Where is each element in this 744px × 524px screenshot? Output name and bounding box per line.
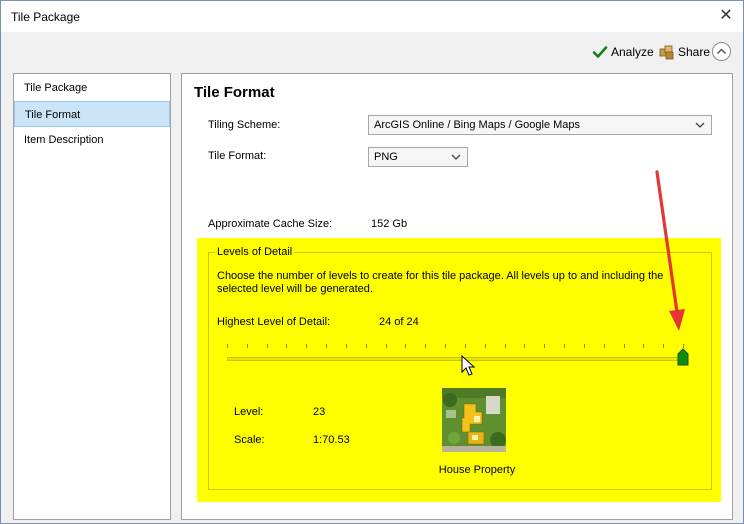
slider-tick: [425, 344, 426, 348]
slider-tick: [346, 344, 347, 348]
tile-package-window: Tile Package ✕ Analyze Share Tile Packag…: [0, 0, 744, 524]
slider-tick: [485, 344, 486, 348]
chevron-down-icon: [451, 154, 461, 160]
highest-level-label: Highest Level of Detail:: [217, 316, 331, 328]
slider-tick: [286, 344, 287, 348]
chevron-down-icon: [695, 122, 705, 128]
share-button[interactable]: Share: [659, 42, 710, 62]
analyze-button[interactable]: Analyze: [592, 42, 654, 62]
cache-size-value: 152 Gb: [371, 218, 408, 230]
level-slider-thumb[interactable]: [677, 348, 689, 366]
title-bar: Tile Package ✕: [1, 1, 743, 32]
chevron-up-circle-icon[interactable]: [712, 42, 731, 61]
sidebar-item-item-description[interactable]: Item Description: [14, 127, 170, 153]
slider-tick: [604, 344, 605, 348]
tile-format-panel: Tile Format Tiling Scheme: ArcGIS Online…: [181, 73, 733, 520]
sidebar-item-tile-package[interactable]: Tile Package: [14, 75, 170, 101]
slider-tick: [326, 344, 327, 348]
scale-value: 1:70.53: [313, 434, 350, 446]
toolbar: Analyze Share: [1, 32, 743, 70]
slider-tick: [505, 344, 506, 348]
window-title: Tile Package: [11, 10, 80, 24]
thumbnail-caption: House Property: [438, 464, 516, 476]
highest-level-value: 24 of 24: [379, 316, 419, 328]
slider-tick: [405, 344, 406, 348]
page-title: Tile Format: [194, 84, 275, 101]
sidebar-item-label: Tile Package: [24, 82, 88, 94]
levels-of-detail-legend: Levels of Detail: [215, 246, 295, 258]
slider-tick: [624, 344, 625, 348]
slider-tick: [465, 344, 466, 348]
cache-size-label: Approximate Cache Size:: [208, 218, 333, 230]
analyze-label: Analyze: [611, 45, 654, 59]
checkmark-icon: [592, 46, 608, 58]
slider-tick: [227, 344, 228, 348]
scale-label: Scale:: [234, 434, 265, 446]
sidebar-item-tile-format[interactable]: Tile Format: [14, 101, 170, 127]
slider-tick: [445, 344, 446, 348]
slider-tick: [247, 344, 248, 348]
tile-format-dropdown[interactable]: PNG: [368, 147, 468, 167]
slider-tick: [584, 344, 585, 348]
slider-tick: [544, 344, 545, 348]
sidebar: Tile Package Tile Format Item Descriptio…: [13, 73, 171, 520]
levels-of-detail-description: Choose the number of levels to create fo…: [217, 270, 664, 295]
tile-format-label: Tile Format:: [208, 150, 267, 162]
level-label: Level:: [234, 406, 264, 418]
tiling-scheme-dropdown[interactable]: ArcGIS Online / Bing Maps / Google Maps: [368, 115, 712, 135]
slider-tick: [267, 344, 268, 348]
share-label: Share: [678, 45, 711, 59]
slider-tick: [366, 344, 367, 348]
slider-tick: [643, 344, 644, 348]
slider-tick: [524, 344, 525, 348]
close-icon[interactable]: ✕: [717, 7, 735, 25]
tile-format-value: PNG: [374, 151, 398, 163]
sidebar-item-label: Tile Format: [25, 109, 81, 121]
sidebar-item-label: Item Description: [24, 134, 104, 146]
tiling-scheme-value: ArcGIS Online / Bing Maps / Google Maps: [374, 119, 581, 131]
slider-tick: [386, 344, 387, 348]
level-preview-thumbnail: [442, 388, 506, 452]
slider-tick: [564, 344, 565, 348]
tiling-scheme-label: Tiling Scheme:: [208, 119, 281, 131]
level-value: 23: [313, 406, 326, 418]
share-package-icon: [659, 45, 674, 60]
levels-of-detail-group: Levels of Detail Choose the number of le…: [197, 238, 721, 502]
slider-tick: [306, 344, 307, 348]
slider-tick: [663, 344, 664, 348]
level-slider-track[interactable]: [227, 357, 683, 361]
